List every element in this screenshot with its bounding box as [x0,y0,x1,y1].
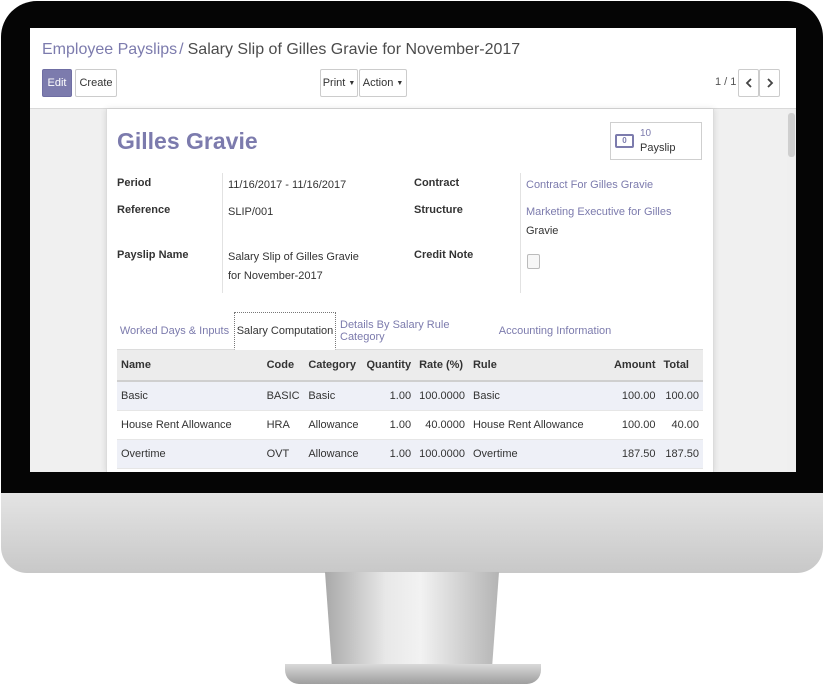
cell-total: 40.00 [659,410,703,440]
cell-quantity: 1.00 [362,381,416,411]
column-header-quantity[interactable]: Quantity [362,350,416,382]
column-header-category[interactable]: Category [304,350,363,382]
reference-label: Reference [117,204,171,216]
cell-quantity: 1.00 [362,410,416,440]
chevron-right-icon [766,78,773,88]
contract-label: Contract [414,177,460,189]
cell-name: Overtime [117,439,263,469]
payslip-name-value[interactable]: Salary Slip of Gilles Gravie for Novembe… [228,248,368,286]
money-icon: 0 [615,134,634,148]
payslip-count: 10 [640,128,652,139]
pager-previous-button[interactable] [738,69,759,97]
tab-salary-computation[interactable]: Salary Computation [234,312,336,350]
field-divider [520,173,521,293]
scrollbar-thumb[interactable] [788,113,795,157]
cell-code: OVT [262,439,305,469]
payslip-smart-label: Payslip [640,142,676,154]
action-label: Action [362,77,394,89]
notebook-tabs: Worked Days & Inputs Salary Computation … [117,312,703,350]
payslip-form-sheet: Gilles Gravie 0 10 Payslip Period 11/16/… [106,109,714,472]
credit-note-checkbox[interactable] [527,254,540,269]
table-row[interactable]: Basic BASIC Basic 1.00 100.0000 Basic 10… [117,381,703,411]
cell-rate: 100.0000 [415,381,469,411]
payslip-smart-button[interactable]: 0 10 Payslip [610,122,702,160]
chevron-left-icon [745,78,752,88]
cell-amount: 187.50 [609,439,660,469]
period-label: Period [117,177,152,189]
monitor-chin [1,493,823,573]
cell-amount: 100.00 [609,381,660,411]
breadcrumb-current: Salary Slip of Gilles Gravie for Novembe… [187,41,521,58]
salary-computation-table: Name Code Category Quantity Rate (%) Rul… [117,350,703,469]
employee-name: Gilles Gravie [117,128,258,154]
table-header-row: Name Code Category Quantity Rate (%) Rul… [117,350,703,382]
structure-link[interactable]: Marketing Executive for Gilles [526,203,672,222]
action-dropdown[interactable]: Action ▼ [359,69,407,97]
contract-link[interactable]: Contract For Gilles Gravie [526,176,653,195]
table-row[interactable]: Overtime OVT Allowance 1.00 100.0000 Ove… [117,439,703,469]
cell-rule: Overtime [468,439,610,469]
breadcrumb-separator: / [179,41,184,58]
cell-amount: 100.00 [609,410,660,440]
cell-quantity: 1.00 [362,439,416,469]
cell-rule: House Rent Allowance [468,410,610,440]
caret-down-icon: ▼ [396,79,404,87]
cell-total: 100.00 [659,381,703,411]
reference-value[interactable]: SLIP/001 [228,203,273,222]
column-header-code[interactable]: Code [262,350,305,382]
payslip-name-label: Payslip Name [117,249,189,261]
cell-code: HRA [262,410,305,440]
cell-category: Allowance [304,439,363,469]
column-header-total[interactable]: Total [659,350,703,382]
cell-code: BASIC [262,381,305,411]
cell-total: 187.50 [659,439,703,469]
tab-details-by-salary-rule-category[interactable]: Details By Salary Rule Category [340,312,490,349]
cell-name: Basic [117,381,263,411]
breadcrumb: Employee Payslips / Salary Slip of Gilles … [42,41,520,59]
column-header-name[interactable]: Name [117,350,263,382]
caret-down-icon: ▼ [348,79,356,87]
edit-button[interactable]: Edit [42,69,72,97]
structure-label: Structure [414,204,463,216]
control-panel: Employee Payslips / Salary Slip of Gilles … [30,28,796,109]
breadcrumb-employee-payslips[interactable]: Employee Payslips [42,41,177,58]
print-label: Print [322,77,346,89]
field-divider [222,173,223,293]
credit-note-label: Credit Note [414,249,474,261]
monitor-stand-foot [285,664,541,684]
pager-value[interactable]: 1 / 1 [715,76,736,88]
column-header-amount[interactable]: Amount [609,350,660,382]
period-value[interactable]: 11/16/2017 - 11/16/2017 [228,176,346,195]
pager-next-button[interactable] [759,69,780,97]
tab-worked-days-inputs[interactable]: Worked Days & Inputs [117,312,232,349]
cell-category: Allowance [304,410,363,440]
cell-name: House Rent Allowance [117,410,263,440]
structure-link-continued[interactable]: Gravie [526,222,558,241]
scrollbar[interactable] [787,109,796,472]
cell-rule: Basic [468,381,610,411]
column-header-rule[interactable]: Rule [468,350,610,382]
table-row[interactable]: House Rent Allowance HRA Allowance 1.00 … [117,410,703,440]
cell-rate: 100.0000 [415,439,469,469]
cell-category: Basic [304,381,363,411]
create-button[interactable]: Create [75,69,117,97]
cell-rate: 40.0000 [415,410,469,440]
monitor-stand-neck [325,572,499,668]
print-dropdown[interactable]: Print ▼ [320,69,358,97]
tab-accounting-information[interactable]: Accounting Information [495,312,615,349]
column-header-rate[interactable]: Rate (%) [415,350,469,382]
screen: Employee Payslips / Salary Slip of Gilles … [30,28,796,472]
